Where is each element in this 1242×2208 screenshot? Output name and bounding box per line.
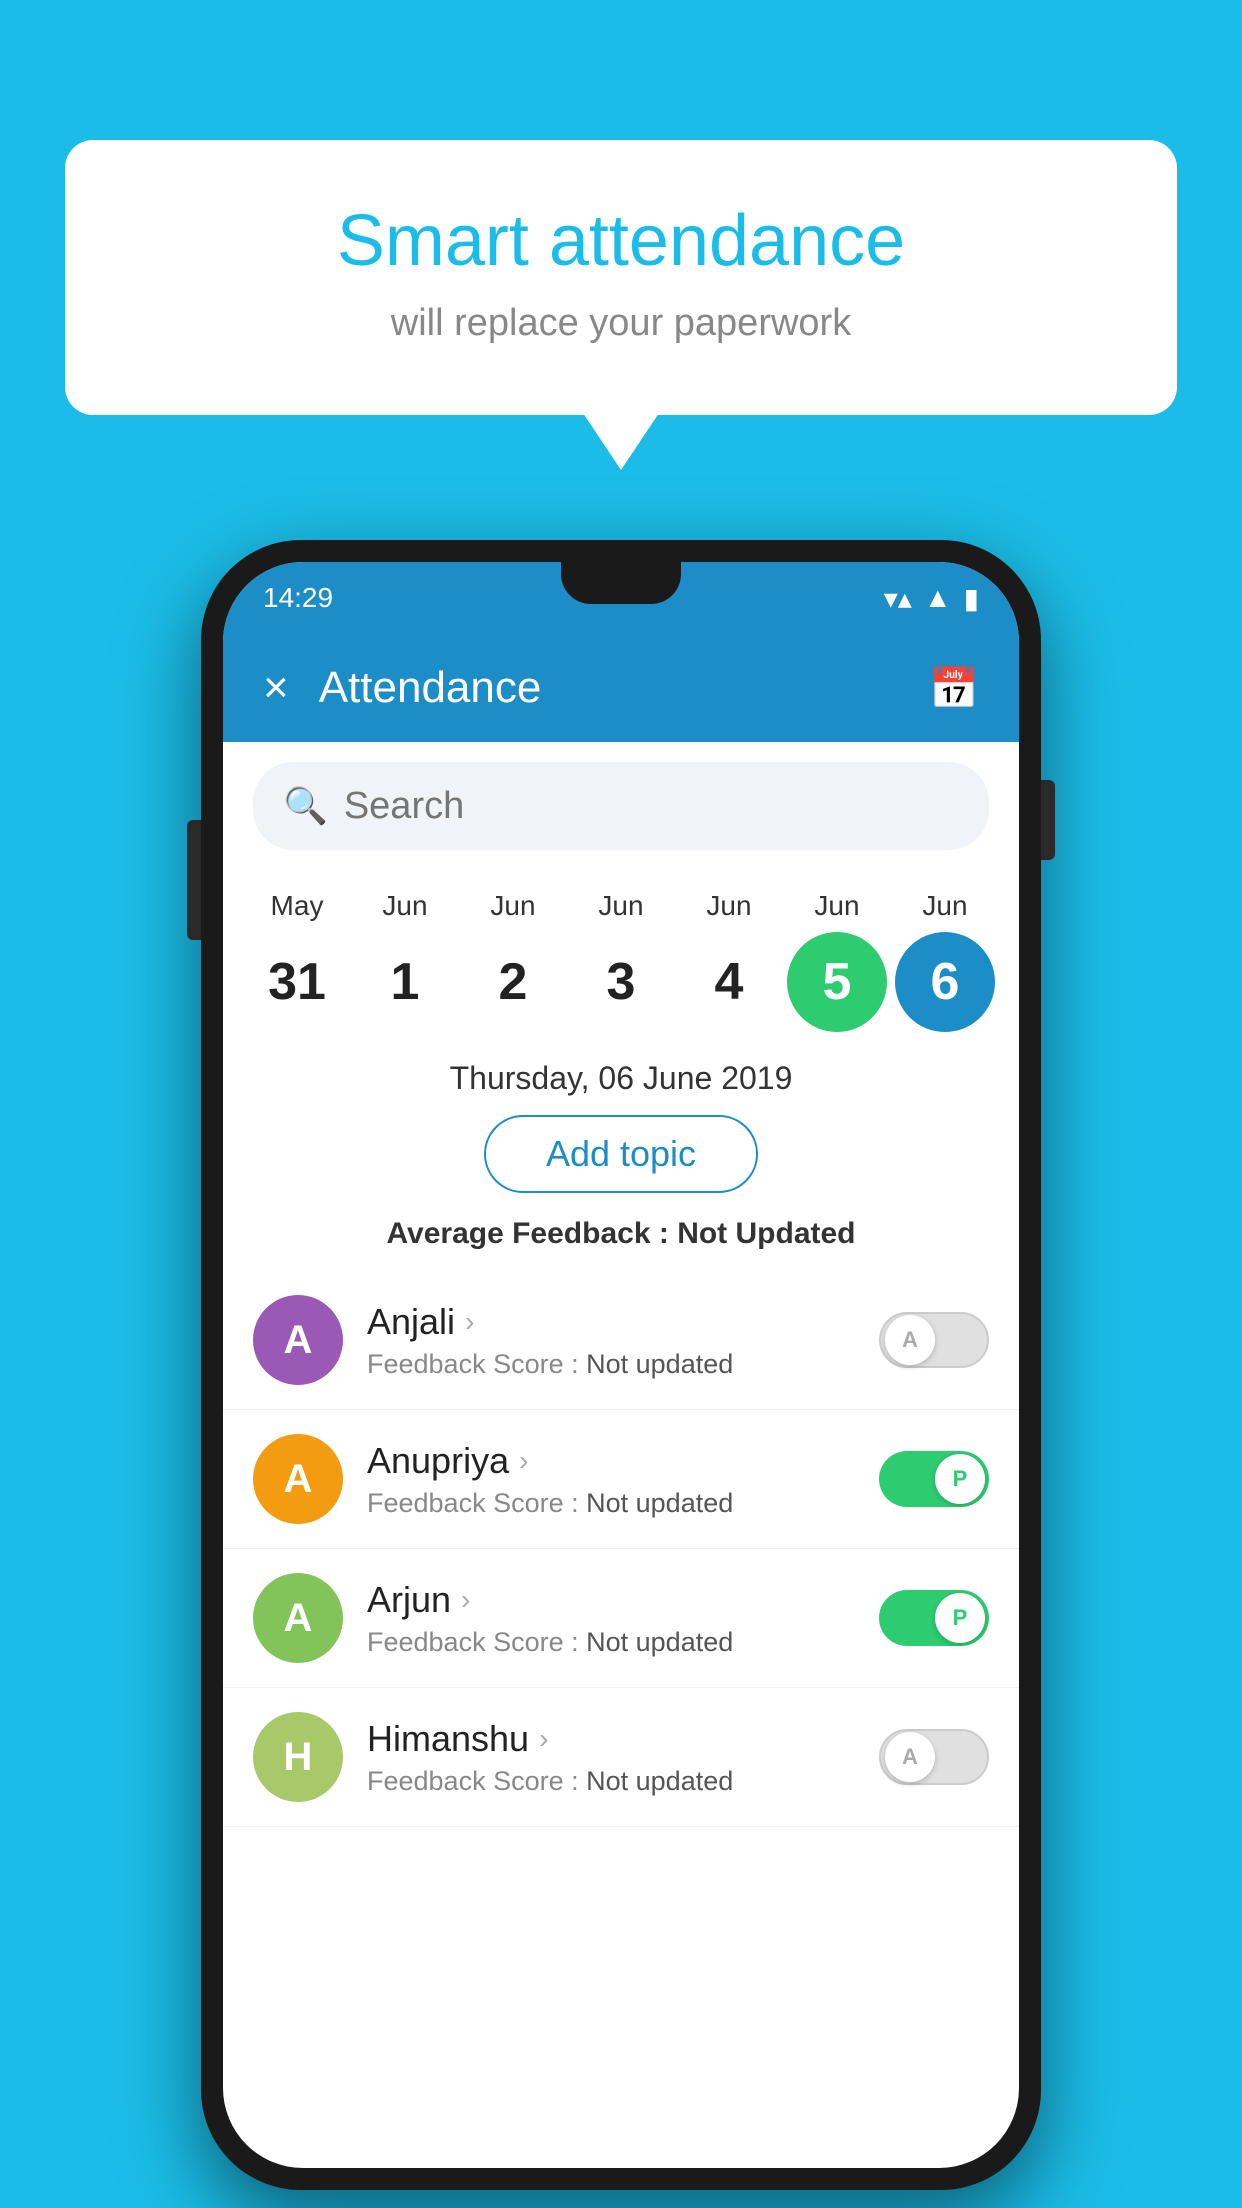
date-number[interactable]: 31 bbox=[247, 932, 347, 1032]
toggle-knob: A bbox=[885, 1732, 935, 1782]
date-item[interactable]: May 31 bbox=[243, 890, 351, 1032]
student-item: A Anjali › Feedback Score : Not updated A bbox=[223, 1271, 1019, 1410]
avg-feedback: Average Feedback : Not Updated bbox=[223, 1217, 1019, 1251]
student-info: Himanshu › Feedback Score : Not updated bbox=[367, 1718, 845, 1797]
date-number[interactable]: 4 bbox=[679, 932, 779, 1032]
avg-feedback-label: Average Feedback : bbox=[386, 1217, 668, 1250]
speech-bubble: Smart attendance will replace your paper… bbox=[65, 140, 1177, 415]
feedback-score: Feedback Score : Not updated bbox=[367, 1349, 845, 1380]
chevron-icon: › bbox=[461, 1584, 470, 1616]
toggle-container: A bbox=[869, 1312, 989, 1368]
add-topic-button[interactable]: Add topic bbox=[484, 1115, 758, 1193]
chevron-icon: › bbox=[539, 1723, 548, 1755]
calendar-icon[interactable]: 📅 bbox=[929, 665, 979, 712]
date-month: Jun bbox=[922, 890, 967, 922]
status-icons: ▾▴ ▲ ▮ bbox=[884, 582, 979, 615]
date-item[interactable]: Jun 3 bbox=[567, 890, 675, 1032]
student-item: A Anupriya › Feedback Score : Not updated P bbox=[223, 1410, 1019, 1549]
date-month: Jun bbox=[382, 890, 427, 922]
phone-outer: 14:29 ▾▴ ▲ ▮ × Attendance 📅 🔍 May31Jun1J… bbox=[201, 540, 1041, 2190]
student-name[interactable]: Anjali › bbox=[367, 1301, 845, 1343]
close-button[interactable]: × bbox=[263, 663, 289, 713]
toggle-container: P bbox=[869, 1451, 989, 1507]
date-month: Jun bbox=[598, 890, 643, 922]
date-item[interactable]: Jun 4 bbox=[675, 890, 783, 1032]
date-number[interactable]: 3 bbox=[571, 932, 671, 1032]
date-month: Jun bbox=[490, 890, 535, 922]
student-list: AAnjali ›Feedback Score : Not updatedAAA… bbox=[223, 1271, 1019, 1827]
app-bar: × Attendance 📅 bbox=[223, 634, 1019, 742]
signal-icon: ▲ bbox=[924, 582, 952, 614]
attendance-toggle[interactable]: A bbox=[879, 1729, 989, 1785]
date-number[interactable]: 5 bbox=[787, 932, 887, 1032]
avatar: A bbox=[253, 1434, 343, 1524]
battery-icon: ▮ bbox=[964, 582, 979, 615]
phone-screen: 14:29 ▾▴ ▲ ▮ × Attendance 📅 🔍 May31Jun1J… bbox=[223, 562, 1019, 2168]
bubble-title: Smart attendance bbox=[145, 200, 1097, 282]
student-name[interactable]: Himanshu › bbox=[367, 1718, 845, 1760]
status-time: 14:29 bbox=[263, 582, 333, 614]
bubble-subtitle: will replace your paperwork bbox=[145, 302, 1097, 345]
feedback-score: Feedback Score : Not updated bbox=[367, 1488, 845, 1519]
date-month: May bbox=[271, 890, 324, 922]
toggle-knob: P bbox=[935, 1454, 985, 1504]
wifi-icon: ▾▴ bbox=[884, 582, 912, 615]
app-bar-title: Attendance bbox=[319, 663, 899, 713]
toggle-container: P bbox=[869, 1590, 989, 1646]
date-month: Jun bbox=[814, 890, 859, 922]
student-item: A Arjun › Feedback Score : Not updated P bbox=[223, 1549, 1019, 1688]
chevron-icon: › bbox=[465, 1306, 474, 1338]
student-info: Anupriya › Feedback Score : Not updated bbox=[367, 1440, 845, 1519]
phone-notch bbox=[561, 562, 681, 604]
date-number[interactable]: 2 bbox=[463, 932, 563, 1032]
student-info: Arjun › Feedback Score : Not updated bbox=[367, 1579, 845, 1658]
attendance-toggle[interactable]: P bbox=[879, 1451, 989, 1507]
date-item[interactable]: Jun 2 bbox=[459, 890, 567, 1032]
toggle-container: A bbox=[869, 1729, 989, 1785]
feedback-score: Feedback Score : Not updated bbox=[367, 1766, 845, 1797]
avatar: A bbox=[253, 1295, 343, 1385]
date-strip: May 31 Jun 1 Jun 2 Jun 3 Jun 4 Jun 5 Jun 6 bbox=[223, 870, 1019, 1032]
date-month: Jun bbox=[706, 890, 751, 922]
attendance-toggle[interactable]: A bbox=[879, 1312, 989, 1368]
date-item[interactable]: Jun 5 bbox=[783, 890, 891, 1032]
selected-date-label: Thursday, 06 June 2019 bbox=[223, 1060, 1019, 1097]
search-input[interactable] bbox=[344, 785, 959, 828]
attendance-toggle[interactable]: P bbox=[879, 1590, 989, 1646]
student-item: H Himanshu › Feedback Score : Not updated A bbox=[223, 1688, 1019, 1827]
speech-bubble-container: Smart attendance will replace your paper… bbox=[65, 140, 1177, 415]
student-name[interactable]: Anupriya › bbox=[367, 1440, 845, 1482]
date-number[interactable]: 6 bbox=[895, 932, 995, 1032]
toggle-knob: P bbox=[935, 1593, 985, 1643]
toggle-knob: A bbox=[885, 1315, 935, 1365]
date-item[interactable]: Jun 1 bbox=[351, 890, 459, 1032]
avatar: A bbox=[253, 1573, 343, 1663]
chevron-icon: › bbox=[519, 1445, 528, 1477]
student-name[interactable]: Arjun › bbox=[367, 1579, 845, 1621]
date-item[interactable]: Jun 6 bbox=[891, 890, 999, 1032]
avg-feedback-value: Not Updated bbox=[677, 1217, 855, 1250]
feedback-score: Feedback Score : Not updated bbox=[367, 1627, 845, 1658]
search-icon: 🔍 bbox=[283, 785, 328, 827]
phone-container: 14:29 ▾▴ ▲ ▮ × Attendance 📅 🔍 May31Jun1J… bbox=[201, 540, 1041, 2190]
search-container: 🔍 bbox=[253, 762, 989, 850]
date-number[interactable]: 1 bbox=[355, 932, 455, 1032]
student-info: Anjali › Feedback Score : Not updated bbox=[367, 1301, 845, 1380]
avatar: H bbox=[253, 1712, 343, 1802]
